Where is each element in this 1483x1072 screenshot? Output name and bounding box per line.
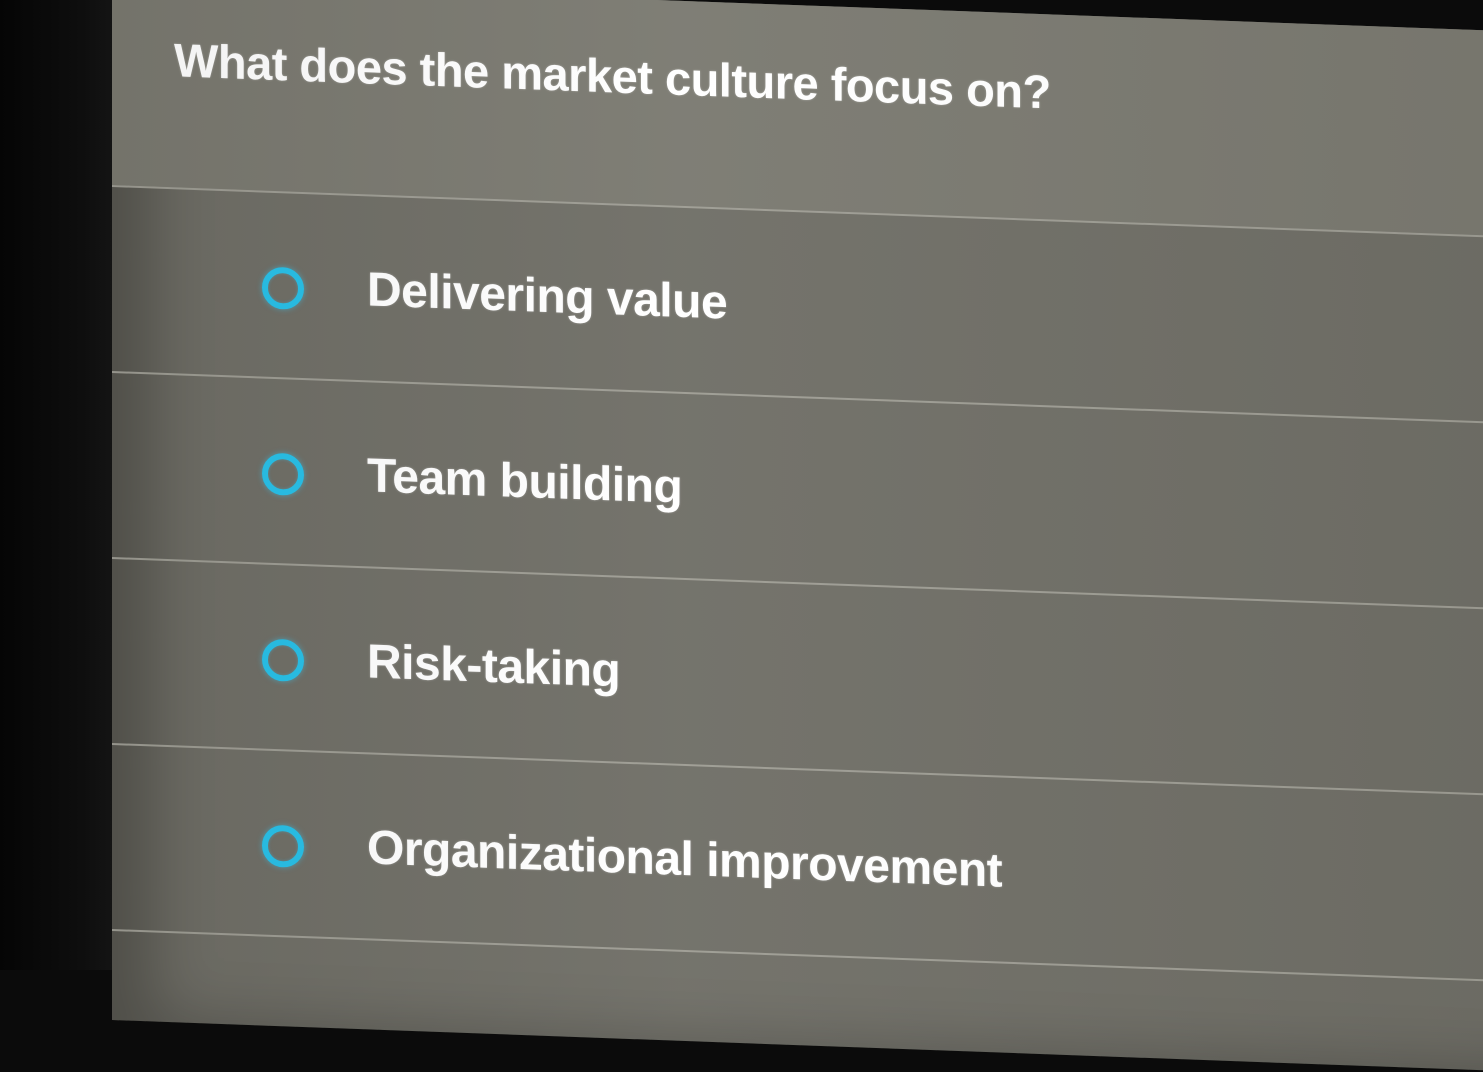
monitor-bezel xyxy=(0,0,118,970)
radio-button-icon[interactable] xyxy=(262,638,304,683)
radio-button-icon[interactable] xyxy=(262,824,304,869)
question-text: What does the market culture focus on? xyxy=(174,33,1051,119)
answer-option-label[interactable]: Organizational improvement xyxy=(367,820,1002,898)
quiz-screen: What does the market culture focus on? D… xyxy=(112,0,1483,1072)
answer-option-label[interactable]: Risk-taking xyxy=(367,634,620,698)
radio-button-icon[interactable] xyxy=(262,452,304,497)
radio-button-icon[interactable] xyxy=(262,266,304,311)
answer-option-label[interactable]: Team building xyxy=(367,448,682,515)
answer-option-label[interactable]: Delivering value xyxy=(367,262,727,330)
